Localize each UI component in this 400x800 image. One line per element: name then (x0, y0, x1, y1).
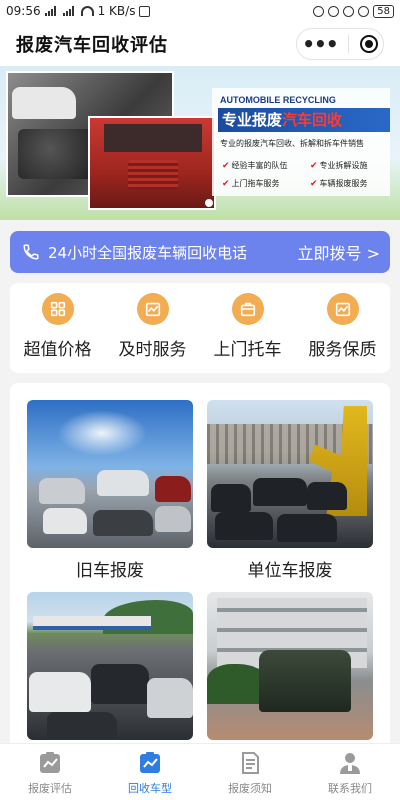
briefcase-icon (231, 293, 264, 325)
hotline-text: 24小时全国报废车辆回收电话 (48, 243, 248, 262)
check-icon: ✔ (222, 178, 230, 189)
capsule-divider (348, 35, 350, 53)
tab-label: 回收车型 (128, 782, 172, 795)
phone-icon (23, 244, 39, 260)
page-title: 报废汽车回收评估 (16, 35, 168, 56)
tab-recycle-models[interactable]: 回收车型 (100, 744, 200, 800)
old-car-photo (27, 400, 193, 548)
category-card-parking-lot[interactable] (27, 592, 193, 740)
hotline-banner[interactable]: 24小时全国报废车辆回收电话 立即拨号 > (10, 231, 390, 273)
category-label: 旧车报废 (76, 561, 144, 581)
tab-scrap-notice[interactable]: 报废须知 (200, 744, 300, 800)
banner-feature: ✔ 车辆报废服务 (310, 178, 368, 189)
alarm-icon (343, 5, 355, 17)
banner-english-title: AUTOMOBILE RECYCLING (220, 95, 336, 105)
tab-label: 报废评估 (28, 782, 72, 795)
signal-icon (44, 6, 59, 16)
service-label: 超值价格 (23, 340, 92, 360)
service-item[interactable]: 及时服务 (108, 293, 198, 360)
banner-description: 专业的报废汽车回收、拆解和拆车件销售 (220, 139, 364, 148)
promo-banner[interactable]: AUTOMOBILE RECYCLING 专业报废汽车回收 专业的报废汽车回收、… (0, 66, 400, 220)
chart-icon (40, 752, 60, 773)
category-card-old-car[interactable]: 旧车报废 (27, 400, 193, 581)
target-icon[interactable] (359, 35, 378, 53)
tab-contact-us[interactable]: 联系我们 (300, 744, 400, 800)
status-time: 09:56 (6, 4, 41, 18)
person-icon (340, 753, 360, 774)
yard-van-photo (207, 592, 373, 740)
category-label: 单位车报废 (247, 561, 333, 581)
recycle-category-grid: 旧车报废 单位车报废 (10, 383, 390, 743)
bluetooth-icon (358, 5, 370, 17)
banner-feature: ✔ 经验丰富的队伍 (222, 160, 288, 171)
banner-feature: ✔ 专业拆解设施 (310, 160, 368, 171)
category-card-yard[interactable] (207, 592, 373, 740)
dial-now-button[interactable]: 立即拨号 > (298, 240, 381, 264)
more-dots-icon[interactable]: ••• (302, 34, 338, 54)
check-icon: ✔ (222, 160, 230, 171)
service-item[interactable]: 上门托车 (203, 293, 293, 360)
notification-off-icon (313, 5, 325, 17)
service-item[interactable]: 服务保质 (298, 293, 388, 360)
battery-icon: 58 (373, 4, 394, 18)
network-speed: 1 KB/s (97, 4, 136, 18)
chart-icon (136, 293, 169, 325)
status-bar: 09:56 1 KB/s 58 (0, 0, 400, 22)
check-icon: ✔ (310, 160, 318, 171)
red-truck-photo (88, 116, 216, 210)
service-item[interactable]: 超值价格 (13, 293, 103, 360)
category-card-unit-car[interactable]: 单位车报废 (207, 400, 373, 581)
wifi-icon (80, 6, 94, 16)
banner-title-suffix: 汽车回收 (282, 111, 343, 129)
banner-title: 专业报废汽车回收 (218, 108, 390, 132)
chart-icon (326, 293, 359, 325)
sync-icon (328, 5, 340, 17)
service-label: 及时服务 (118, 340, 187, 360)
bottom-tab-bar: 报废评估 回收车型 报废须知 联系我们 (0, 743, 400, 800)
unit-car-photo (207, 400, 373, 548)
tab-label: 报废须知 (228, 782, 272, 795)
tab-scrap-evaluation[interactable]: 报废评估 (0, 744, 100, 800)
nfc-icon (139, 5, 151, 17)
signal-icon (62, 6, 77, 16)
grid-icon (41, 293, 74, 325)
check-icon: ✔ (310, 178, 318, 189)
mini-program-capsule: ••• (296, 28, 384, 60)
banner-title-prefix: 专业报废 (222, 111, 283, 129)
service-label: 上门托车 (213, 340, 282, 360)
parking-lot-photo (27, 592, 193, 740)
title-bar: 报废汽车回收评估 ••• (0, 22, 400, 66)
tab-label: 联系我们 (328, 782, 372, 795)
chart-icon (140, 752, 160, 773)
carousel-indicator[interactable] (205, 199, 213, 207)
banner-feature: ✔ 上门拖车服务 (222, 178, 280, 189)
service-label: 服务保质 (308, 340, 377, 360)
service-features: 超值价格 及时服务 上门托车 服务保质 (10, 283, 390, 373)
document-icon (242, 752, 259, 774)
